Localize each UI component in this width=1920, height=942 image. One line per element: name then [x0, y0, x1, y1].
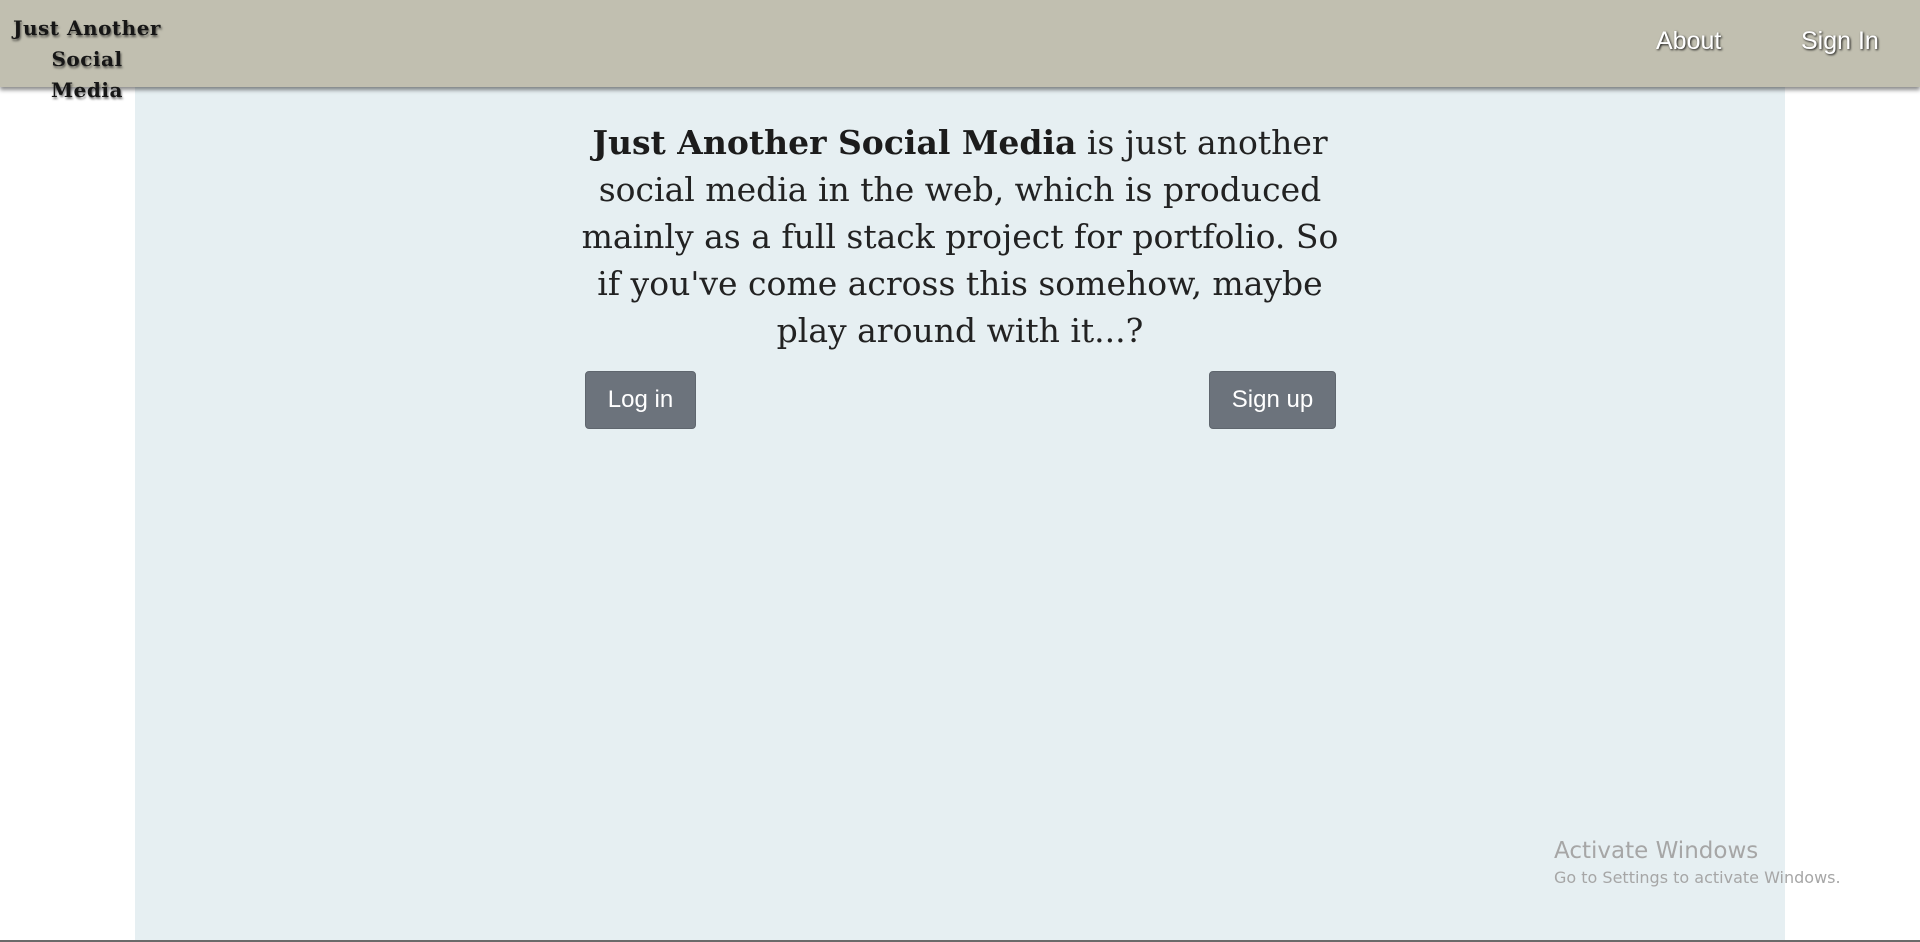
- watermark-subtitle: Go to Settings to activate Windows.: [1554, 868, 1841, 887]
- intro-paragraph: Just Another Social Media is just anothe…: [580, 119, 1340, 354]
- nav-sign-in-link[interactable]: Sign In: [1801, 27, 1879, 56]
- brand-line-1: Just Another: [13, 16, 161, 40]
- brand-line-2: Social Media: [51, 47, 123, 102]
- top-navbar: Just Another Social Media About Sign In: [0, 0, 1920, 102]
- activate-windows-watermark: Activate Windows Go to Settings to activ…: [1554, 836, 1841, 890]
- sign-up-button[interactable]: Sign up: [1209, 371, 1336, 429]
- log-in-button[interactable]: Log in: [585, 371, 696, 429]
- intro-brand-name: Just Another Social Media: [592, 123, 1077, 162]
- main-content: Just Another Social Media is just anothe…: [135, 87, 1785, 942]
- watermark-title: Activate Windows: [1554, 838, 1759, 864]
- brand-logo[interactable]: Just Another Social Media: [12, 13, 162, 106]
- nav-about-link[interactable]: About: [1656, 27, 1721, 56]
